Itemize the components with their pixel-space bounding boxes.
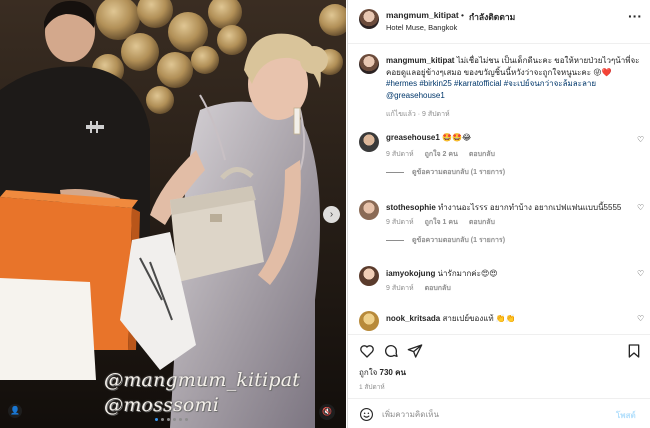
caption-timestamp: แก้ไขแล้ว · 9 สัปดาห์: [386, 111, 450, 118]
add-comment-input[interactable]: [382, 406, 602, 422]
heart-icon[interactable]: [359, 343, 375, 359]
heart-icon[interactable]: ♡: [637, 135, 644, 144]
replies-divider: [386, 171, 404, 173]
heart-icon[interactable]: ♡: [637, 269, 644, 278]
avatar[interactable]: [359, 311, 379, 331]
watermark-tag-1: @mangmum_kitipat: [104, 369, 301, 391]
reply-button[interactable]: ตอบกลับ: [425, 285, 451, 292]
view-replies-button[interactable]: ดูข้อความตอบกลับ (1 รายการ): [386, 235, 505, 246]
comment-line: iamyokojung น่ารักมากค่ะ😍😍: [386, 267, 498, 280]
chevron-right-icon[interactable]: ›: [323, 206, 340, 223]
speaker-muted-icon[interactable]: 🔇: [319, 404, 335, 420]
comment-likes[interactable]: ถูกใจ 1 คน: [425, 219, 458, 226]
caption-text: mangmum_kitipat ไม่เชื่อไม่ชน เป็นเด็กดี…: [386, 55, 641, 101]
following-button[interactable]: กำลังติดตาม: [469, 10, 515, 24]
smiley-icon[interactable]: [359, 407, 374, 422]
view-replies-label: ดูข้อความตอบกลับ (1 รายการ): [412, 237, 506, 244]
comment-meta: 9 สัปดาห์ ถูกใจ 2 คน ตอบกลับ: [386, 149, 504, 160]
comment-meta: 9 สัปดาห์ ถูกใจ 1 คน ตอบกลับ: [386, 217, 504, 228]
avatar[interactable]: [359, 266, 379, 286]
likes-number: 730 คน: [379, 368, 406, 377]
view-replies-button[interactable]: ดูข้อความตอบกลับ (1 รายการ): [386, 167, 505, 178]
user-tag-icon[interactable]: 👤: [8, 404, 22, 418]
avatar[interactable]: [359, 200, 379, 220]
separator-dot: •: [461, 10, 464, 20]
comment-username[interactable]: stothesophie: [386, 203, 436, 212]
post-actions-bar: [348, 334, 650, 364]
carousel-dot: [167, 418, 170, 421]
comment-text: 🤩🤩😂: [442, 133, 472, 142]
replies-divider: [386, 239, 404, 241]
heart-icon[interactable]: ♡: [637, 314, 644, 323]
post-media-video[interactable]: @mangmum_kitipat @mosssomi › 👤 🔇: [0, 0, 346, 428]
likes-count[interactable]: ถูกใจ 730 คน: [359, 366, 406, 379]
post-timestamp: 1 สัปดาห์: [359, 384, 385, 391]
comment-likes[interactable]: ถูกใจ 2 คน: [425, 151, 458, 158]
comment-line: stothesophie ทำงานอะไรรร อยากทำบ้าง อยาก…: [386, 201, 621, 214]
caption-username[interactable]: mangmum_kitipat: [386, 56, 454, 65]
comment-text: สายเปย์ของแท้ 👏👏: [442, 314, 516, 323]
avatar[interactable]: [359, 54, 379, 74]
bookmark-icon[interactable]: [626, 343, 642, 359]
carousel-dot: [173, 418, 176, 421]
video-frame-illustration: [0, 0, 346, 428]
reply-button[interactable]: ตอบกลับ: [469, 151, 495, 158]
add-comment-bar: โพสต์: [348, 398, 650, 428]
more-horizontal-icon[interactable]: ···: [628, 8, 642, 24]
carousel-dot: [155, 418, 158, 421]
carousel-dot: [161, 418, 164, 421]
likes-prefix: ถูกใจ: [359, 368, 378, 377]
heart-icon[interactable]: ♡: [637, 203, 644, 212]
comment-username[interactable]: iamyokojung: [386, 269, 435, 278]
location-link[interactable]: Hotel Muse, Bangkok: [386, 23, 457, 32]
author-username[interactable]: mangmum_kitipat: [386, 10, 459, 20]
comment-line: greasehouse1 🤩🤩😂: [386, 133, 471, 142]
comment-username[interactable]: nook_kritsada: [386, 314, 440, 323]
comment-meta: 9 สัปดาห์ ตอบกลับ: [386, 283, 460, 294]
view-replies-label: ดูข้อความตอบกลับ (1 รายการ): [412, 169, 506, 176]
watermark-tag-2: @mosssomi: [104, 394, 220, 416]
avatar[interactable]: [359, 9, 379, 29]
comment-bubble-icon[interactable]: [383, 343, 399, 359]
comment-time: 9 สัปดาห์: [386, 219, 414, 226]
avatar[interactable]: [359, 132, 379, 152]
post-comment-button[interactable]: โพสต์: [616, 409, 636, 422]
instagram-post-modal: @mangmum_kitipat @mosssomi › 👤 🔇 mangmum…: [0, 0, 650, 428]
post-side-panel: mangmum_kitipat • กำลังติดตาม Hotel Muse…: [347, 0, 650, 428]
paper-plane-icon[interactable]: [407, 343, 423, 359]
comment-time: 9 สัปดาห์: [386, 151, 414, 158]
comment-text: ทำงานอะไรรร อยากทำบ้าง อยากเปฟแฟนแบบนี้5…: [438, 203, 622, 212]
comment-line: nook_kritsada สายเปย์ของแท้ 👏👏: [386, 312, 516, 325]
carousel-indicator: [155, 418, 188, 421]
post-header: mangmum_kitipat • กำลังติดตาม Hotel Muse…: [348, 0, 650, 44]
carousel-dot: [185, 418, 188, 421]
carousel-dot: [179, 418, 182, 421]
comment-time: 9 สัปดาห์: [386, 285, 414, 292]
comment-text: น่ารักมากค่ะ😍😍: [437, 269, 498, 278]
comment-username[interactable]: greasehouse1: [386, 133, 440, 142]
reply-button[interactable]: ตอบกลับ: [469, 219, 495, 226]
caption-hashtags[interactable]: #hermes #birkin25 #karratofficial #จะเปย…: [386, 79, 596, 100]
